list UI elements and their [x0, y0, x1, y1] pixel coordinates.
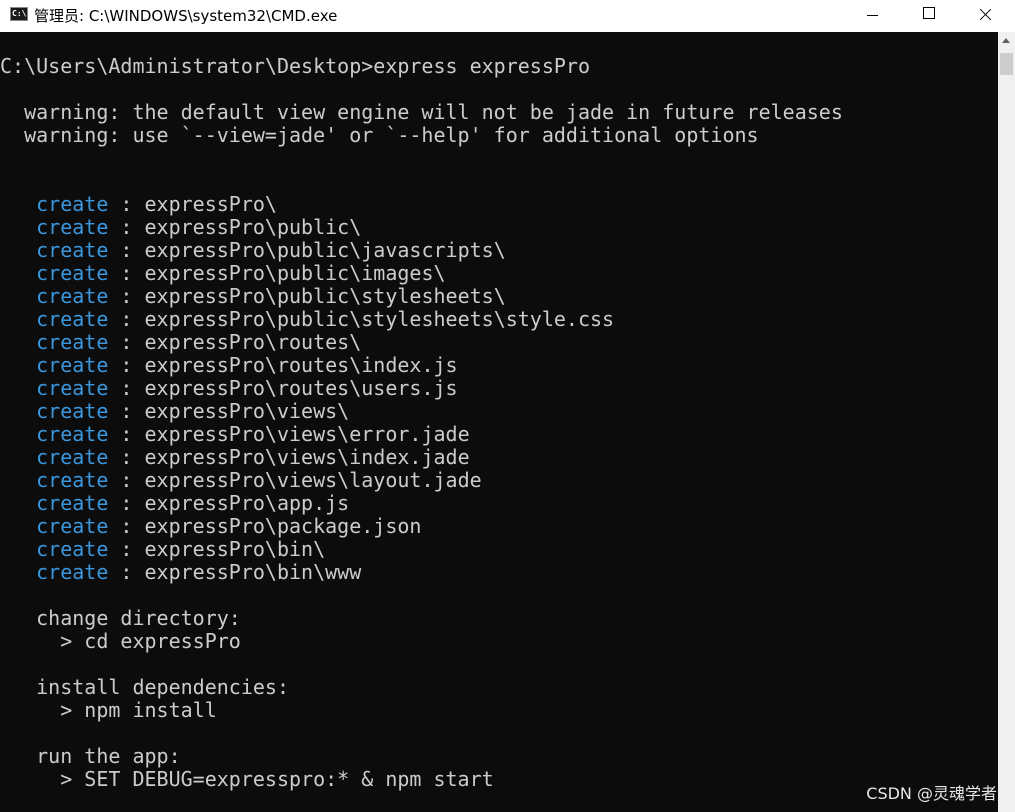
create-line: create : expressPro\bin\www — [0, 561, 361, 584]
create-keyword: create — [36, 491, 109, 515]
warning-line: warning: use `--view=jade' or `--help' f… — [0, 123, 759, 147]
create-keyword: create — [36, 560, 109, 584]
create-keyword: create — [36, 307, 109, 331]
create-path: : expressPro\views\ — [108, 399, 350, 423]
vertical-scrollbar[interactable] — [998, 32, 1015, 812]
watermark: CSDN @灵魂学者 — [866, 784, 997, 803]
create-keyword: create — [36, 376, 109, 400]
create-path: : expressPro\package.json — [108, 514, 422, 538]
create-keyword: create — [36, 514, 109, 538]
create-keyword: create — [36, 468, 109, 492]
title-bar: C:\ 管理员: C:\WINDOWS\system32\CMD.exe — [0, 0, 1015, 32]
create-keyword: create — [36, 284, 109, 308]
warning-line: warning: the default view engine will no… — [0, 100, 843, 124]
create-line: create : expressPro\bin\ — [0, 538, 325, 561]
cmd-app-icon: C:\ — [10, 7, 28, 21]
create-line: create : expressPro\public\ — [0, 216, 361, 239]
create-path: : expressPro\bin\www — [108, 560, 362, 584]
create-path: : expressPro\routes\users.js — [108, 376, 458, 400]
instruction-command: > cd expressPro — [0, 629, 241, 653]
instruction-heading: run the app: — [0, 744, 181, 768]
create-line: create : expressPro\views\error.jade — [0, 422, 470, 446]
create-line: create : expressPro\public\images\ — [0, 261, 446, 285]
create-keyword: create — [36, 399, 109, 423]
scrollbar-thumb[interactable] — [1000, 53, 1013, 75]
create-line: create : expressPro\package.json — [0, 515, 421, 538]
create-line: create : expressPro\public\stylesheets\s… — [0, 308, 614, 331]
create-keyword: create — [36, 445, 109, 469]
create-keyword: create — [36, 537, 109, 561]
create-path: : expressPro\views\index.jade — [108, 445, 470, 469]
create-line: create : expressPro\views\index.jade — [0, 445, 470, 469]
create-line: create : expressPro\views\ — [0, 400, 349, 423]
window-title: 管理员: C:\WINDOWS\system32\CMD.exe — [34, 7, 338, 25]
create-path: : expressPro\routes\index.js — [108, 353, 458, 377]
create-line: create : expressPro\routes\users.js — [0, 376, 458, 400]
create-path: : expressPro\public\images\ — [108, 261, 446, 285]
create-line: create : expressPro\public\stylesheets\ — [0, 285, 506, 308]
close-button[interactable] — [962, 0, 1008, 32]
instruction-command: > npm install — [0, 698, 217, 722]
create-keyword: create — [36, 353, 109, 377]
create-path: : expressPro\public\javascripts\ — [108, 238, 506, 262]
create-line: create : expressPro\routes\index.js — [0, 353, 458, 377]
create-line: create : expressPro\ — [0, 193, 277, 216]
scroll-up-arrow-icon[interactable] — [1002, 38, 1010, 43]
create-keyword: create — [36, 192, 109, 216]
create-line: create : expressPro\app.js — [0, 492, 349, 515]
create-keyword: create — [36, 261, 109, 285]
create-path: : expressPro\views\error.jade — [108, 422, 470, 446]
prompt-line: C:\Users\Administrator\Desktop>express e… — [0, 54, 591, 78]
create-path: : expressPro\public\stylesheets\ — [108, 284, 506, 308]
create-path: : expressPro\views\layout.jade — [108, 468, 482, 492]
create-path: : expressPro\app.js — [108, 491, 350, 515]
create-path: : expressPro\public\stylesheets\style.cs… — [108, 307, 615, 331]
create-path: : expressPro\ — [108, 192, 277, 216]
console-output[interactable]: C:\Users\Administrator\Desktop>express e… — [0, 32, 998, 812]
instruction-heading: install dependencies: — [0, 675, 289, 699]
create-path: : expressPro\public\ — [108, 215, 362, 239]
create-line: create : expressPro\views\layout.jade — [0, 469, 482, 492]
create-path: : expressPro\bin\ — [108, 537, 326, 561]
create-keyword: create — [36, 422, 109, 446]
create-keyword: create — [36, 238, 109, 262]
maximize-button[interactable] — [905, 0, 951, 32]
instruction-command: > SET DEBUG=expresspro:* & npm start — [0, 767, 494, 791]
create-keyword: create — [36, 215, 109, 239]
create-line: create : expressPro\routes\ — [0, 331, 361, 354]
minimize-button[interactable] — [850, 0, 896, 32]
create-line: create : expressPro\public\javascripts\ — [0, 239, 506, 262]
instruction-heading: change directory: — [0, 606, 241, 630]
create-keyword: create — [36, 330, 109, 354]
create-path: : expressPro\routes\ — [108, 330, 362, 354]
